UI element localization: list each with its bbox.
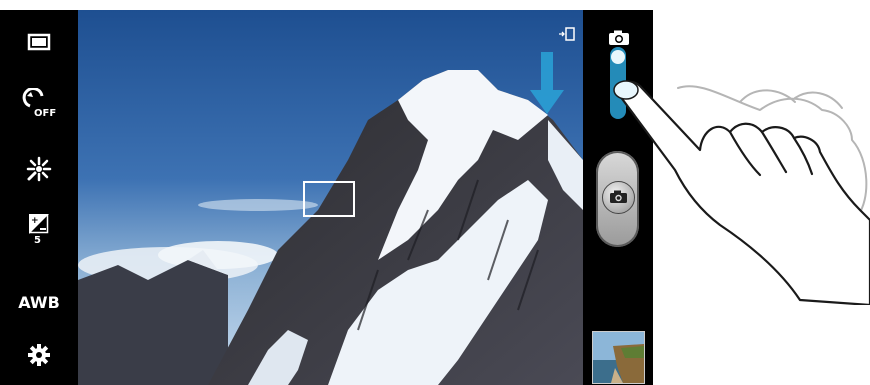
exposure-value: 5 (34, 235, 41, 246)
timer-label: OFF (34, 108, 56, 119)
camera-screen: OFF + 5 AWB (0, 10, 653, 385)
exposure-value-icon: + (29, 214, 49, 234)
settings-button[interactable] (20, 336, 58, 374)
last-photo-thumbnail[interactable] (592, 331, 645, 384)
camera-settings-toolbar: OFF + 5 AWB (0, 10, 78, 385)
effects-button[interactable] (20, 150, 58, 188)
sparkle-icon (26, 156, 52, 182)
gear-icon (28, 344, 50, 366)
timer-button[interactable]: OFF (20, 85, 58, 123)
mountain-scene (78, 10, 583, 385)
awb-label: AWB (18, 292, 60, 312)
exposure-button[interactable]: + 5 (20, 210, 58, 254)
single-shot-icon (27, 33, 51, 51)
white-balance-button[interactable]: AWB (18, 283, 60, 321)
camera-viewfinder[interactable] (78, 10, 583, 385)
svg-text:+: + (31, 216, 39, 226)
shooting-mode-button[interactable] (20, 23, 58, 61)
swipe-gesture-illustration (613, 80, 870, 305)
timer-off-icon: OFF (22, 88, 56, 119)
